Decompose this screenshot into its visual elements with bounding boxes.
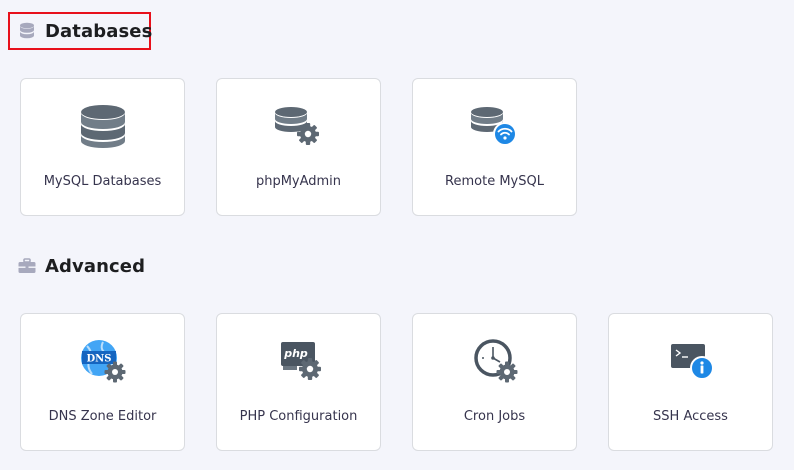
card-label: SSH Access — [653, 409, 728, 424]
card-php-configuration[interactable]: php PHP Configuration — [216, 313, 381, 451]
database-gear-icon — [273, 103, 325, 149]
dns-gear-icon: DNS — [77, 338, 129, 384]
card-label: PHP Configuration — [239, 409, 358, 424]
toolbox-icon — [18, 257, 36, 275]
card-label: Remote MySQL — [445, 174, 544, 189]
advanced-section-header: Advanced — [18, 249, 145, 283]
card-cron-jobs[interactable]: Cron Jobs — [412, 313, 577, 451]
database-stack-icon — [77, 103, 129, 149]
databases-section-header: Databases — [18, 14, 152, 48]
databases-title: Databases — [45, 20, 153, 42]
card-label: DNS Zone Editor — [48, 409, 157, 424]
php-gear-icon: php — [273, 338, 325, 384]
card-remote-mysql[interactable]: Remote MySQL — [412, 78, 577, 216]
database-wifi-icon — [469, 103, 521, 149]
card-ssh-access[interactable]: SSH Access — [608, 313, 773, 451]
card-label: MySQL Databases — [43, 174, 162, 189]
clock-gear-icon — [469, 338, 521, 384]
card-mysql-databases[interactable]: MySQL Databases — [20, 78, 185, 216]
advanced-title: Advanced — [45, 255, 146, 277]
card-phpmyadmin[interactable]: phpMyAdmin — [216, 78, 381, 216]
card-label: phpMyAdmin — [255, 174, 342, 189]
card-label: Cron Jobs — [463, 409, 526, 424]
database-icon — [18, 22, 36, 40]
terminal-info-icon — [665, 338, 717, 384]
card-dns-zone-editor[interactable]: DNS DNS Zone Editor — [20, 313, 185, 451]
svg-text:php: php — [283, 347, 308, 360]
svg-text:DNS: DNS — [86, 354, 111, 365]
